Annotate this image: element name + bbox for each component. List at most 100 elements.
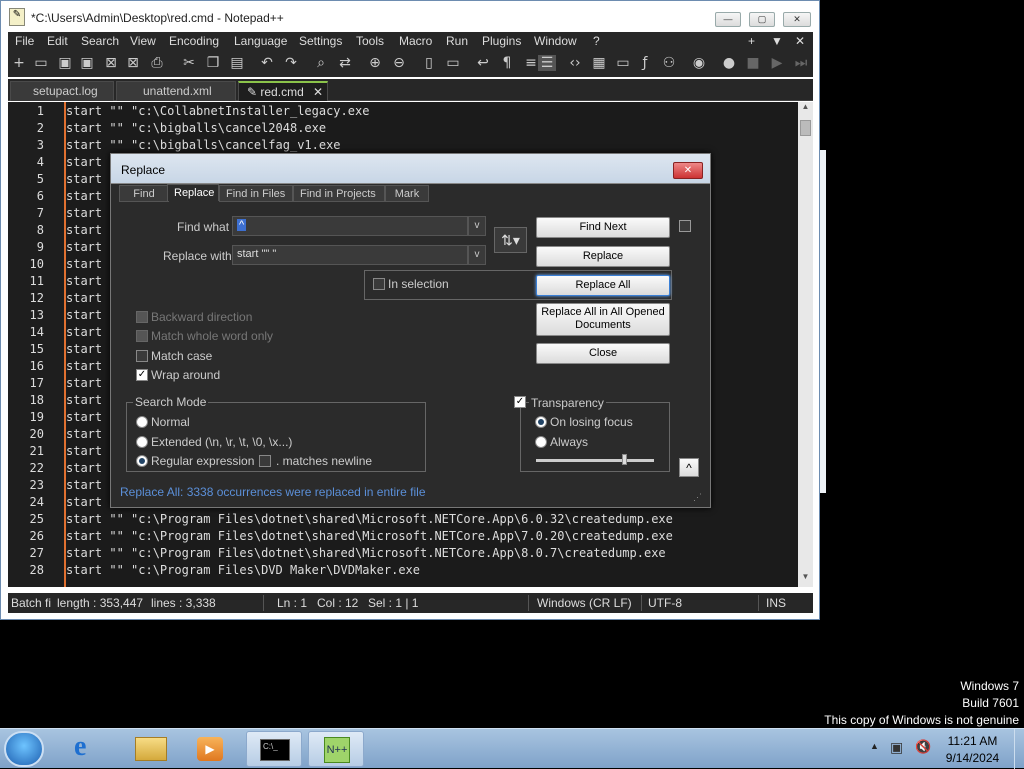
menu-tools[interactable]: Tools [356, 34, 384, 48]
menu-language[interactable]: Language [234, 34, 287, 48]
taskbar-ie-icon[interactable]: e [62, 731, 118, 767]
sync-v-icon[interactable]: ▯ [420, 55, 438, 71]
redo-icon[interactable]: ↷ [282, 55, 300, 71]
taskbar-media-icon[interactable]: ▶ [182, 731, 238, 767]
stop-macro-icon[interactable]: ■ [744, 55, 762, 71]
in-selection-checkbox[interactable] [373, 278, 385, 290]
menu-settings[interactable]: Settings [299, 34, 342, 48]
show-desktop-button[interactable] [1014, 729, 1024, 769]
dialog-title-bar[interactable]: Replace ✕ [111, 154, 710, 184]
menu-window[interactable]: Window [534, 34, 577, 48]
new-file-icon[interactable]: + [10, 55, 28, 71]
add-icon[interactable]: + [748, 34, 755, 48]
show-hidden-icons[interactable]: ▲ [870, 741, 879, 751]
volume-muted-icon[interactable]: 🔇 [915, 739, 931, 755]
taskbar-notepadpp-button[interactable]: N++ [308, 731, 364, 767]
scroll-down-icon[interactable]: ▼ [798, 572, 813, 587]
map-icon[interactable]: ▦ [590, 55, 608, 71]
function-list-icon[interactable]: ƒ [636, 55, 654, 71]
scroll-up-icon[interactable]: ▲ [798, 102, 813, 117]
regex-radio[interactable] [136, 455, 148, 467]
word-wrap-icon[interactable]: ↩ [474, 55, 492, 71]
vertical-scrollbar[interactable]: ▲ ▼ [798, 102, 813, 587]
replace-all-button[interactable]: Replace All [536, 275, 670, 296]
lang-icon[interactable]: ‹› [566, 55, 584, 71]
transparency-slider-thumb[interactable] [621, 454, 627, 465]
replace-with-input[interactable]: start "" " [232, 245, 468, 265]
replace-button[interactable]: Replace [536, 246, 670, 267]
menu-plugins[interactable]: Plugins [482, 34, 521, 48]
on-losing-focus-radio[interactable] [535, 416, 547, 428]
tab-replace[interactable]: Replace [167, 184, 219, 201]
tab-mark[interactable]: Mark [385, 185, 429, 202]
replace-all-opened-button[interactable]: Replace All in All Opened Documents [536, 303, 670, 336]
tab-find-in-projects[interactable]: Find in Projects [293, 185, 385, 202]
extended-radio[interactable] [136, 436, 148, 448]
close-dialog-button[interactable]: Close [536, 343, 670, 364]
replace-icon[interactable]: ⇄ [336, 55, 354, 71]
menu-macro[interactable]: Macro [399, 34, 432, 48]
tray-clock[interactable]: 11:21 AM 9/14/2024 [935, 734, 1010, 765]
tab-find[interactable]: Find [119, 185, 169, 202]
taskbar-explorer-icon[interactable] [122, 731, 178, 767]
minimize-button[interactable]: — [715, 12, 741, 27]
copy-icon[interactable]: ❐ [204, 55, 222, 71]
network-icon[interactable]: ▣ [890, 739, 903, 756]
always-radio[interactable] [535, 436, 547, 448]
maximize-button[interactable]: ▢ [749, 12, 775, 27]
find-next-button[interactable]: Find Next [536, 217, 670, 238]
doc-map-icon[interactable]: ☰ [538, 55, 556, 71]
folder-icon[interactable]: ▭ [614, 55, 632, 71]
match-case-checkbox[interactable] [136, 350, 148, 362]
menu-view[interactable]: View [130, 34, 156, 48]
start-button[interactable] [4, 731, 44, 767]
show-all-chars-icon[interactable]: ¶ [498, 55, 516, 71]
matches-newline-checkbox[interactable] [259, 455, 271, 467]
normal-radio[interactable] [136, 416, 148, 428]
close-all-icon[interactable]: ⊠ [124, 55, 142, 71]
resize-grip-icon[interactable]: ⋰ [693, 492, 702, 503]
whole-word-checkbox[interactable] [136, 330, 148, 342]
close-file-icon[interactable]: ⊠ [102, 55, 120, 71]
undo-icon[interactable]: ↶ [258, 55, 276, 71]
transparency-checkbox[interactable]: ✓ [514, 396, 526, 408]
play-macro-icon[interactable]: ▶ [768, 55, 786, 71]
menu-help[interactable]: ? [593, 34, 600, 48]
tab-setupact[interactable]: setupact.log [10, 81, 114, 101]
menu-search[interactable]: Search [81, 34, 119, 48]
close-button[interactable]: ✕ [783, 12, 811, 27]
monitor-icon[interactable]: ◉ [690, 55, 708, 71]
paste-icon[interactable]: ▤ [228, 55, 246, 71]
scroll-thumb[interactable] [800, 120, 811, 136]
find-what-input[interactable]: ^ [232, 216, 468, 236]
print-icon[interactable]: ⎙ [148, 55, 166, 71]
wrap-around-checkbox[interactable]: ✓ [136, 369, 148, 381]
cut-icon[interactable]: ✂ [180, 55, 198, 71]
run-macro-icon[interactable]: ⏭ [792, 55, 810, 71]
menu-file[interactable]: File [15, 34, 34, 48]
menu-run[interactable]: Run [446, 34, 468, 48]
replace-history-dropdown[interactable]: v [468, 245, 486, 265]
find-icon[interactable]: ⌕ [312, 55, 330, 71]
tab-find-in-files[interactable]: Find in Files [219, 185, 293, 202]
title-bar[interactable]: ✎ *C:\Users\Admin\Desktop\red.cmd - Note… [1, 1, 819, 34]
workspace-icon[interactable]: ⚇ [660, 55, 678, 71]
backward-checkbox[interactable] [136, 311, 148, 323]
collapse-icon[interactable]: ^ [679, 458, 699, 477]
find-history-dropdown[interactable]: v [468, 216, 486, 236]
find-next-option-checkbox[interactable] [679, 220, 691, 232]
tab-red-cmd[interactable]: ✎ red.cmd ✕ [238, 81, 328, 101]
tab-close-icon[interactable]: ✕ [313, 85, 323, 99]
dropdown-icon[interactable]: ▼ [771, 34, 783, 48]
save-icon[interactable]: ▣ [56, 55, 74, 71]
transparency-slider-track[interactable] [536, 459, 654, 462]
menu-encoding[interactable]: Encoding [169, 34, 219, 48]
swap-icon[interactable]: ⇅▾ [494, 227, 527, 253]
zoom-in-icon[interactable]: ⊕ [366, 55, 384, 71]
sync-h-icon[interactable]: ▭ [444, 55, 462, 71]
dialog-close-button[interactable]: ✕ [673, 162, 703, 179]
zoom-out-icon[interactable]: ⊖ [390, 55, 408, 71]
taskbar-cmd-button[interactable]: C:\_ [246, 731, 302, 767]
tab-unattend[interactable]: unattend.xml [116, 81, 236, 101]
menu-edit[interactable]: Edit [47, 34, 68, 48]
